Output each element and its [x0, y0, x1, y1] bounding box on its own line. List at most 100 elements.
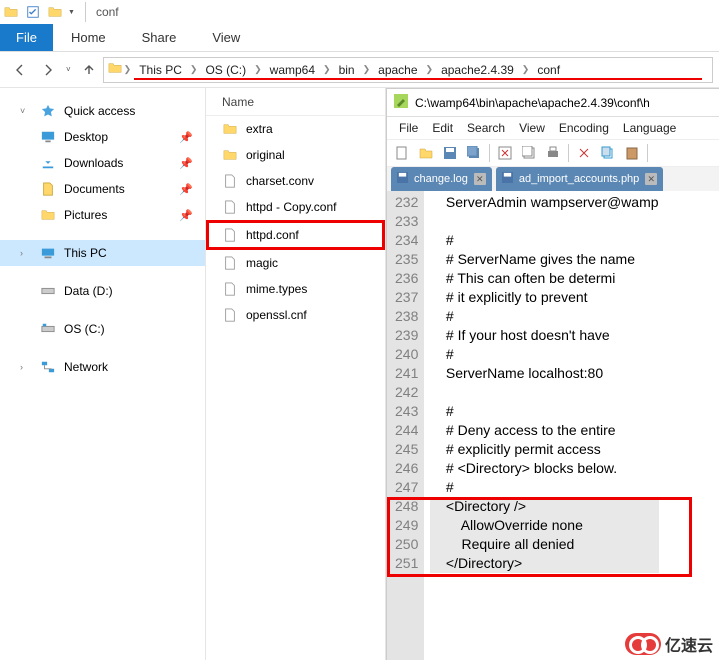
nav-quick-access[interactable]: ˅ Quick access [0, 98, 205, 124]
window-title: conf [96, 5, 119, 19]
new-file-icon[interactable] [391, 142, 413, 164]
menu-file[interactable]: File [393, 121, 424, 135]
nav-drive-d[interactable]: Data (D:) [0, 278, 205, 304]
window-titlebar: ▼ conf [0, 0, 719, 24]
nav-network[interactable]: › Network [0, 354, 205, 380]
nav-label: This PC [64, 246, 107, 260]
close-icon[interactable]: ✕ [474, 173, 486, 185]
save-icon[interactable] [439, 142, 461, 164]
desktop-icon [40, 130, 56, 144]
chevron-right-icon[interactable]: ❯ [188, 64, 200, 75]
breadcrumb-segment[interactable]: apache2.4.39 [435, 63, 520, 77]
pin-icon: 📌 [179, 131, 193, 144]
file-row[interactable]: httpd.conf [206, 220, 385, 250]
file-row[interactable]: magic [206, 250, 385, 276]
chevron-right-icon[interactable]: ❯ [252, 64, 264, 75]
breadcrumb-segment[interactable]: This PC [133, 63, 188, 77]
nav-label: Downloads [64, 156, 123, 170]
notepadpp-icon [393, 93, 409, 112]
close-icon[interactable]: ✕ [645, 173, 657, 185]
chevron-right-icon[interactable]: ❯ [321, 64, 333, 75]
breadcrumb-segment[interactable]: apache [372, 63, 423, 77]
menu-search[interactable]: Search [461, 121, 511, 135]
copy-icon[interactable] [597, 142, 619, 164]
pictures-icon [40, 208, 56, 222]
file-icon [222, 308, 238, 322]
chevron-right-icon[interactable]: ❯ [424, 64, 436, 75]
breadcrumb-segment[interactable]: conf [531, 63, 566, 77]
downloads-icon [40, 156, 56, 170]
file-row[interactable]: openssl.cnf [206, 302, 385, 328]
menu-encoding[interactable]: Encoding [553, 121, 615, 135]
tab-label: ad_import_accounts.php [519, 173, 639, 185]
ribbon-tab-home[interactable]: Home [53, 24, 124, 51]
editor-titlebar: C:\wamp64\bin\apache\apache2.4.39\conf\h [387, 89, 719, 117]
nav-pictures[interactable]: Pictures 📌 [0, 202, 205, 228]
file-icon [222, 228, 238, 242]
watermark-text: 亿速云 [665, 632, 713, 656]
ribbon-file-tab[interactable]: File [0, 24, 53, 51]
chevron-right-icon[interactable]: ❯ [122, 64, 134, 75]
pin-icon: 📌 [179, 157, 193, 170]
file-name: original [246, 148, 285, 162]
qat-folder-icon[interactable] [48, 5, 62, 19]
breadcrumb-segment[interactable]: OS (C:) [199, 63, 252, 77]
file-icon [222, 174, 238, 188]
drive-icon [40, 322, 56, 336]
column-header-name[interactable]: Name [206, 88, 385, 116]
close-all-icon[interactable] [518, 142, 540, 164]
nav-this-pc[interactable]: › This PC [0, 240, 205, 266]
menu-view[interactable]: View [513, 121, 551, 135]
editor-window: C:\wamp64\bin\apache\apache2.4.39\conf\h… [386, 88, 719, 660]
breadcrumb[interactable]: ❯ This PC ❯ OS (C:) ❯ wamp64 ❯ bin ❯ apa… [103, 57, 713, 83]
editor-tabs: change.log ✕ ad_import_accounts.php ✕ [387, 167, 719, 191]
breadcrumb-segment[interactable]: wamp64 [264, 63, 321, 77]
ribbon-tab-view[interactable]: View [194, 24, 258, 51]
ribbon: File Home Share View [0, 24, 719, 52]
editor-tab[interactable]: ad_import_accounts.php ✕ [496, 167, 663, 191]
qat-properties-icon[interactable] [24, 5, 42, 19]
paste-icon[interactable] [621, 142, 643, 164]
editor-tab[interactable]: change.log ✕ [391, 167, 492, 191]
history-dropdown-icon[interactable]: ˅ [62, 65, 75, 74]
back-button[interactable] [6, 57, 34, 83]
file-name: httpd.conf [246, 228, 299, 242]
nav-downloads[interactable]: Downloads 📌 [0, 150, 205, 176]
file-row[interactable]: mime.types [206, 276, 385, 302]
close-file-icon[interactable] [494, 142, 516, 164]
cut-icon[interactable] [573, 142, 595, 164]
code-source[interactable]: ServerAdmin wampserver@wamp # # ServerNa… [424, 191, 658, 660]
chevron-right-icon[interactable]: ❯ [361, 64, 373, 75]
file-row[interactable]: original [206, 142, 385, 168]
pin-icon: 📌 [179, 209, 193, 222]
up-button[interactable] [75, 57, 103, 83]
code-area[interactable]: 2322332342352362372382392402412422432442… [387, 191, 719, 660]
watermark: 亿速云 [625, 632, 713, 656]
file-name: httpd - Copy.conf [246, 200, 337, 214]
file-row[interactable]: httpd - Copy.conf [206, 194, 385, 220]
nav-label: Documents [64, 182, 125, 196]
editor-toolbar [387, 139, 719, 167]
nav-label: Quick access [64, 104, 135, 118]
nav-drive-c[interactable]: OS (C:) [0, 316, 205, 342]
save-all-icon[interactable] [463, 142, 485, 164]
breadcrumb-segment[interactable]: bin [333, 63, 361, 77]
file-list: Name extra original charset.conv httpd - Co… [206, 88, 386, 660]
chevron-down-icon: ˅ [20, 106, 32, 116]
nav-documents[interactable]: Documents 📌 [0, 176, 205, 202]
chevron-right-icon[interactable]: ❯ [520, 64, 532, 75]
menu-edit[interactable]: Edit [426, 121, 459, 135]
menu-language[interactable]: Language [617, 121, 682, 135]
nav-desktop[interactable]: Desktop 📌 [0, 124, 205, 150]
chevron-right-icon: › [20, 248, 32, 258]
print-icon[interactable] [542, 142, 564, 164]
file-icon [222, 200, 238, 214]
forward-button[interactable] [34, 57, 62, 83]
ribbon-tab-share[interactable]: Share [124, 24, 195, 51]
open-file-icon[interactable] [415, 142, 437, 164]
file-row[interactable]: charset.conv [206, 168, 385, 194]
tab-label: change.log [414, 173, 468, 185]
qat-dropdown-icon[interactable]: ▼ [68, 9, 75, 16]
nav-label: Data (D:) [64, 284, 113, 298]
file-row[interactable]: extra [206, 116, 385, 142]
